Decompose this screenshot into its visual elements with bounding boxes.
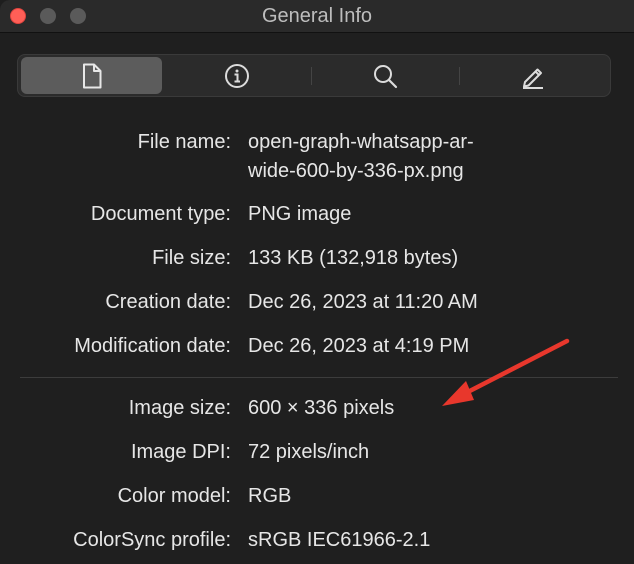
window-title: General Info xyxy=(261,5,373,27)
pencil-icon xyxy=(519,63,547,89)
file-name-value-line2: wide-600-by-336-px.png xyxy=(248,160,464,182)
annotation-arrow-icon xyxy=(442,338,570,406)
image-size-label: Image size: xyxy=(128,397,231,419)
info-circle-icon xyxy=(224,63,250,89)
file-name-value-line1: open-graph-whatsapp-ar- xyxy=(248,131,474,153)
creation-date-label: Creation date: xyxy=(105,291,231,313)
title-bar: General Info xyxy=(0,0,634,33)
image-dpi-value: 72 pixels/inch xyxy=(248,441,370,463)
colorsync-profile-value: sRGB IEC61966-2.1 xyxy=(248,529,431,551)
tab-more-info[interactable] xyxy=(164,57,310,94)
document-type-label: Document type: xyxy=(90,203,231,225)
search-icon xyxy=(372,63,398,89)
tab-search[interactable] xyxy=(312,57,458,94)
tab-general[interactable] xyxy=(21,57,162,94)
color-model-value: RGB xyxy=(248,485,292,507)
color-model-label: Color model: xyxy=(117,485,231,507)
file-size-label: File size: xyxy=(152,247,231,269)
file-name-label: File name: xyxy=(137,131,231,153)
colorsync-profile-label: ColorSync profile: xyxy=(73,529,231,551)
inspector-window: General Info File name: open-graph-whats… xyxy=(0,0,634,564)
image-dpi-label: Image DPI: xyxy=(130,441,231,463)
tab-annotate[interactable] xyxy=(460,57,606,94)
inspector-tab-bar xyxy=(17,54,611,97)
document-type-value: PNG image xyxy=(248,203,352,225)
modification-date-label: Modification date: xyxy=(74,335,231,357)
document-icon xyxy=(81,63,103,89)
creation-date-value: Dec 26, 2023 at 11:20 AM xyxy=(248,291,478,313)
file-size-value: 133 KB (132,918 bytes) xyxy=(248,247,459,269)
